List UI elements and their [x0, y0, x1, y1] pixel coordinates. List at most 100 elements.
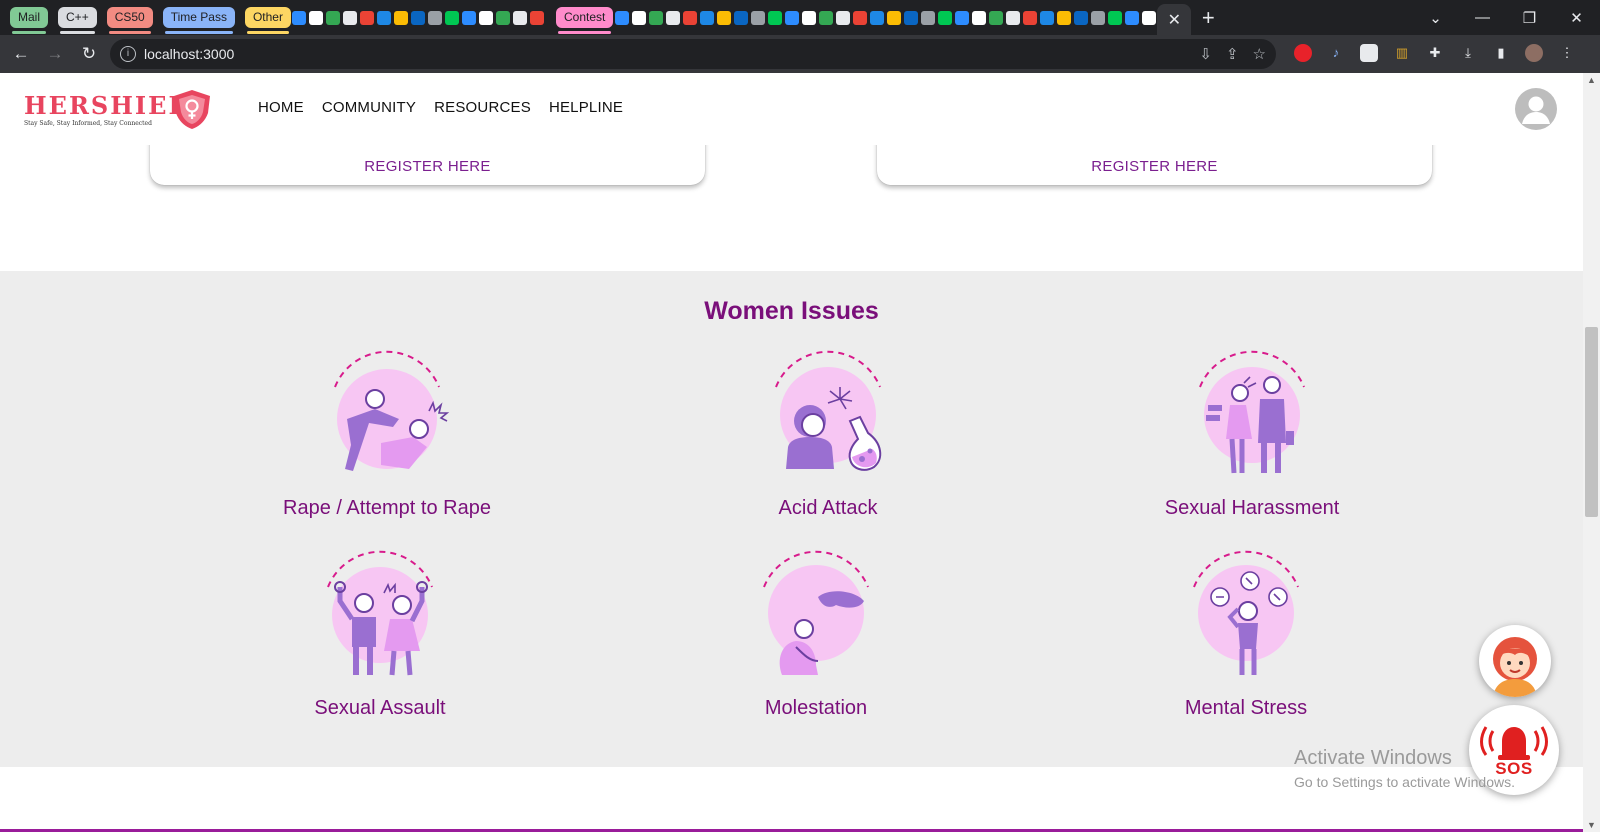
profile-avatar-icon[interactable] [1525, 44, 1543, 62]
page-scrollbar[interactable]: ▲ ▼ [1583, 73, 1600, 832]
tab-group-mail[interactable]: Mail [10, 7, 49, 34]
flag-extension-icon[interactable] [1360, 44, 1378, 62]
tab-favicon-icon[interactable] [631, 10, 646, 25]
nav-community[interactable]: COMMUNITY [322, 99, 416, 116]
issue-sexual-harassment[interactable]: Sexual Harassment [1102, 347, 1402, 520]
tab-favicon-icon[interactable] [1141, 10, 1156, 25]
nav-helpline[interactable]: HELPLINE [549, 99, 623, 116]
tab-favicon-icon[interactable] [1005, 10, 1020, 25]
tab-favicon-icon[interactable] [1090, 10, 1105, 25]
tab-favicon-icon[interactable] [1056, 10, 1071, 25]
tab-favicon-icon[interactable] [750, 10, 765, 25]
tab-favicon-icon[interactable] [665, 10, 680, 25]
tab-favicon-icon[interactable] [903, 10, 918, 25]
tab-favicon-icon[interactable] [1039, 10, 1054, 25]
tab-favicon-icon[interactable] [988, 10, 1003, 25]
bookmark-star-icon[interactable]: ☆ [1253, 45, 1266, 63]
tab-favicon-icon[interactable] [1022, 10, 1037, 25]
minimize-icon[interactable]: — [1459, 9, 1506, 26]
tab-favicon-icon[interactable] [1073, 10, 1088, 25]
issue-acid-attack[interactable]: Acid Attack [678, 347, 978, 520]
scrollbar-thumb[interactable] [1585, 327, 1598, 517]
issue-molestation[interactable]: Molestation [666, 547, 966, 720]
tab-favicon-icon[interactable] [394, 10, 409, 25]
tab-favicon-icon[interactable] [699, 10, 714, 25]
scroll-up-icon[interactable]: ▲ [1587, 75, 1596, 85]
new-tab-button[interactable]: + [1191, 5, 1225, 31]
tab-favicon-icon[interactable] [377, 10, 392, 25]
tab-favicon-icon[interactable] [292, 10, 307, 25]
tab-favicon-icon[interactable] [411, 10, 426, 25]
tab-favicon-icon[interactable] [1124, 10, 1139, 25]
tab-group-other[interactable]: Other [244, 7, 291, 34]
address-bar[interactable]: i localhost:3000 ⇩ ⇪ ☆ [110, 39, 1276, 69]
side-panel-icon[interactable]: ▮ [1492, 44, 1510, 62]
tab-favicon-icon[interactable] [801, 10, 816, 25]
hershield-logo[interactable]: HERSHIELD Stay Safe, Stay Informed, Stay… [24, 87, 214, 131]
tab-favicon-icon[interactable] [648, 10, 663, 25]
tab-favicon-icon[interactable] [852, 10, 867, 25]
tab-favicon-icon[interactable] [954, 10, 969, 25]
tab-favicon-icon[interactable] [445, 10, 460, 25]
tab-group-cs50[interactable]: CS50 [106, 7, 153, 34]
tab-favicon-icon[interactable] [937, 10, 952, 25]
nav-resources[interactable]: RESOURCES [434, 99, 531, 116]
tab-favicon-icon[interactable] [326, 10, 341, 25]
active-tab[interactable]: ✕ [1157, 4, 1192, 35]
tab-group-timepass[interactable]: Time Pass [162, 7, 235, 34]
install-app-icon[interactable]: ⇩ [1199, 45, 1212, 63]
site-info-icon[interactable]: i [120, 46, 136, 62]
pinned-tab-favicons[interactable] [613, 0, 1157, 35]
issue-rape[interactable]: Rape / Attempt to Rape [237, 347, 537, 520]
forward-icon[interactable]: → [38, 44, 72, 64]
share-icon[interactable]: ⇪ [1226, 45, 1239, 63]
tab-favicon-icon[interactable] [309, 10, 324, 25]
tab-group-cpp[interactable]: C++ [58, 7, 97, 34]
tab-favicon-icon[interactable] [886, 10, 901, 25]
restore-icon[interactable]: ❐ [1506, 9, 1553, 27]
issue-sexual-assault[interactable]: Sexual Assault [230, 547, 530, 720]
tab-search-icon[interactable]: ⌄ [1412, 9, 1459, 27]
reload-icon[interactable]: ↻ [72, 44, 106, 64]
chatbot-button[interactable] [1479, 625, 1551, 697]
tab-favicon-icon[interactable] [343, 10, 358, 25]
url-text[interactable]: localhost:3000 [144, 46, 234, 62]
register-button[interactable]: REGISTER HERE [150, 158, 705, 175]
chart-extension-icon[interactable]: ▥ [1393, 44, 1411, 62]
close-window-icon[interactable]: ✕ [1553, 9, 1600, 27]
scroll-down-icon[interactable]: ▼ [1587, 820, 1596, 830]
nav-home[interactable]: HOME [258, 99, 304, 116]
tab-favicon-icon[interactable] [360, 10, 375, 25]
tab-favicon-icon[interactable] [716, 10, 731, 25]
tab-favicon-icon[interactable] [869, 10, 884, 25]
downloads-icon[interactable]: ⤓ [1459, 44, 1477, 62]
tab-favicon-icon[interactable] [920, 10, 935, 25]
tab-favicon-icon[interactable] [513, 10, 528, 25]
tab-favicon-icon[interactable] [1107, 10, 1122, 25]
tab-favicon-icon[interactable] [784, 10, 799, 25]
browser-menu-icon[interactable]: ⋮ [1558, 44, 1576, 62]
tab-favicon-icon[interactable] [462, 10, 477, 25]
tab-favicon-icon[interactable] [428, 10, 443, 25]
adblock-extension-icon[interactable] [1294, 44, 1312, 62]
user-avatar-icon[interactable] [1515, 88, 1557, 130]
register-button[interactable]: REGISTER HERE [877, 158, 1432, 175]
back-icon[interactable]: ← [4, 44, 38, 64]
tab-favicon-icon[interactable] [818, 10, 833, 25]
pinned-tab-favicons[interactable] [291, 0, 546, 35]
issue-mental-stress[interactable]: Mental Stress [1096, 547, 1396, 720]
tab-group-contest[interactable]: Contest [555, 7, 614, 34]
tab-favicon-icon[interactable] [971, 10, 986, 25]
tab-favicon-icon[interactable] [479, 10, 494, 25]
tab-favicon-icon[interactable] [614, 10, 629, 25]
tab-favicon-icon[interactable] [496, 10, 511, 25]
tab-favicon-icon[interactable] [530, 10, 545, 25]
close-tab-icon[interactable]: ✕ [1168, 10, 1181, 30]
tab-favicon-icon[interactable] [835, 10, 850, 25]
sos-button[interactable]: SOS [1469, 705, 1559, 795]
audio-extension-icon[interactable]: ♪ [1327, 44, 1345, 62]
extensions-puzzle-icon[interactable]: ✚ [1426, 44, 1444, 62]
tab-favicon-icon[interactable] [767, 10, 782, 25]
tab-favicon-icon[interactable] [682, 10, 697, 25]
tab-favicon-icon[interactable] [733, 10, 748, 25]
